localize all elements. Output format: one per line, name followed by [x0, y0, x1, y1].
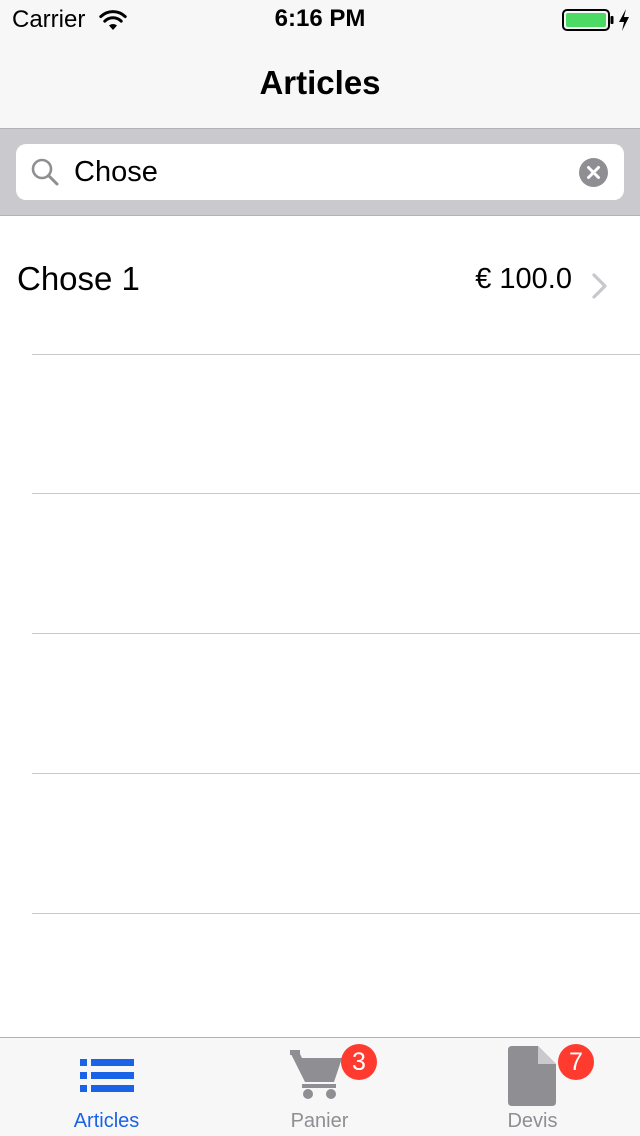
- charging-bolt-icon: [619, 9, 629, 31]
- tab-label-panier: Panier: [290, 1110, 349, 1132]
- search-icon: [31, 158, 59, 186]
- page-title: Articles: [259, 64, 381, 101]
- navigation-bar: Carrier 6:16 PM Articles: [0, 0, 640, 129]
- tab-label-devis: Devis: [507, 1110, 558, 1132]
- cart-icon: [290, 1050, 342, 1099]
- article-price: € 100.0: [475, 263, 572, 295]
- empty-row: [0, 355, 640, 494]
- cart-badge: 3: [341, 1044, 377, 1080]
- tab-bar: Articles 3 Panier 7 Devis: [0, 1037, 640, 1136]
- empty-row: [0, 635, 640, 774]
- devis-badge: 7: [558, 1044, 594, 1080]
- row-separator: [32, 913, 640, 914]
- tab-panier[interactable]: 3 Panier: [213, 1038, 426, 1136]
- search-input[interactable]: [74, 152, 554, 192]
- search-field[interactable]: [16, 144, 624, 200]
- search-bar: [0, 129, 640, 216]
- row-separator: [32, 773, 640, 774]
- clear-search-icon[interactable]: [579, 158, 608, 187]
- tab-articles[interactable]: Articles: [0, 1038, 213, 1136]
- empty-row: [0, 495, 640, 634]
- list-icon: [80, 1059, 134, 1092]
- tab-label-articles: Articles: [73, 1110, 140, 1132]
- row-separator: [32, 493, 640, 494]
- table-row[interactable]: Chose 1 € 100.0: [0, 216, 640, 355]
- tab-devis[interactable]: 7 Devis: [426, 1038, 639, 1136]
- empty-row: [0, 775, 640, 914]
- document-icon: [508, 1046, 556, 1106]
- row-separator: [32, 633, 640, 634]
- battery-icon: [562, 9, 614, 31]
- article-name: Chose 1: [17, 260, 140, 297]
- status-time: 6:16 PM: [274, 5, 366, 32]
- articles-table: Chose 1 € 100.0: [0, 216, 640, 1036]
- screen: Carrier 6:16 PM Articles Chose Chose 1 €…: [0, 0, 640, 1136]
- chevron-right-icon: [592, 273, 607, 299]
